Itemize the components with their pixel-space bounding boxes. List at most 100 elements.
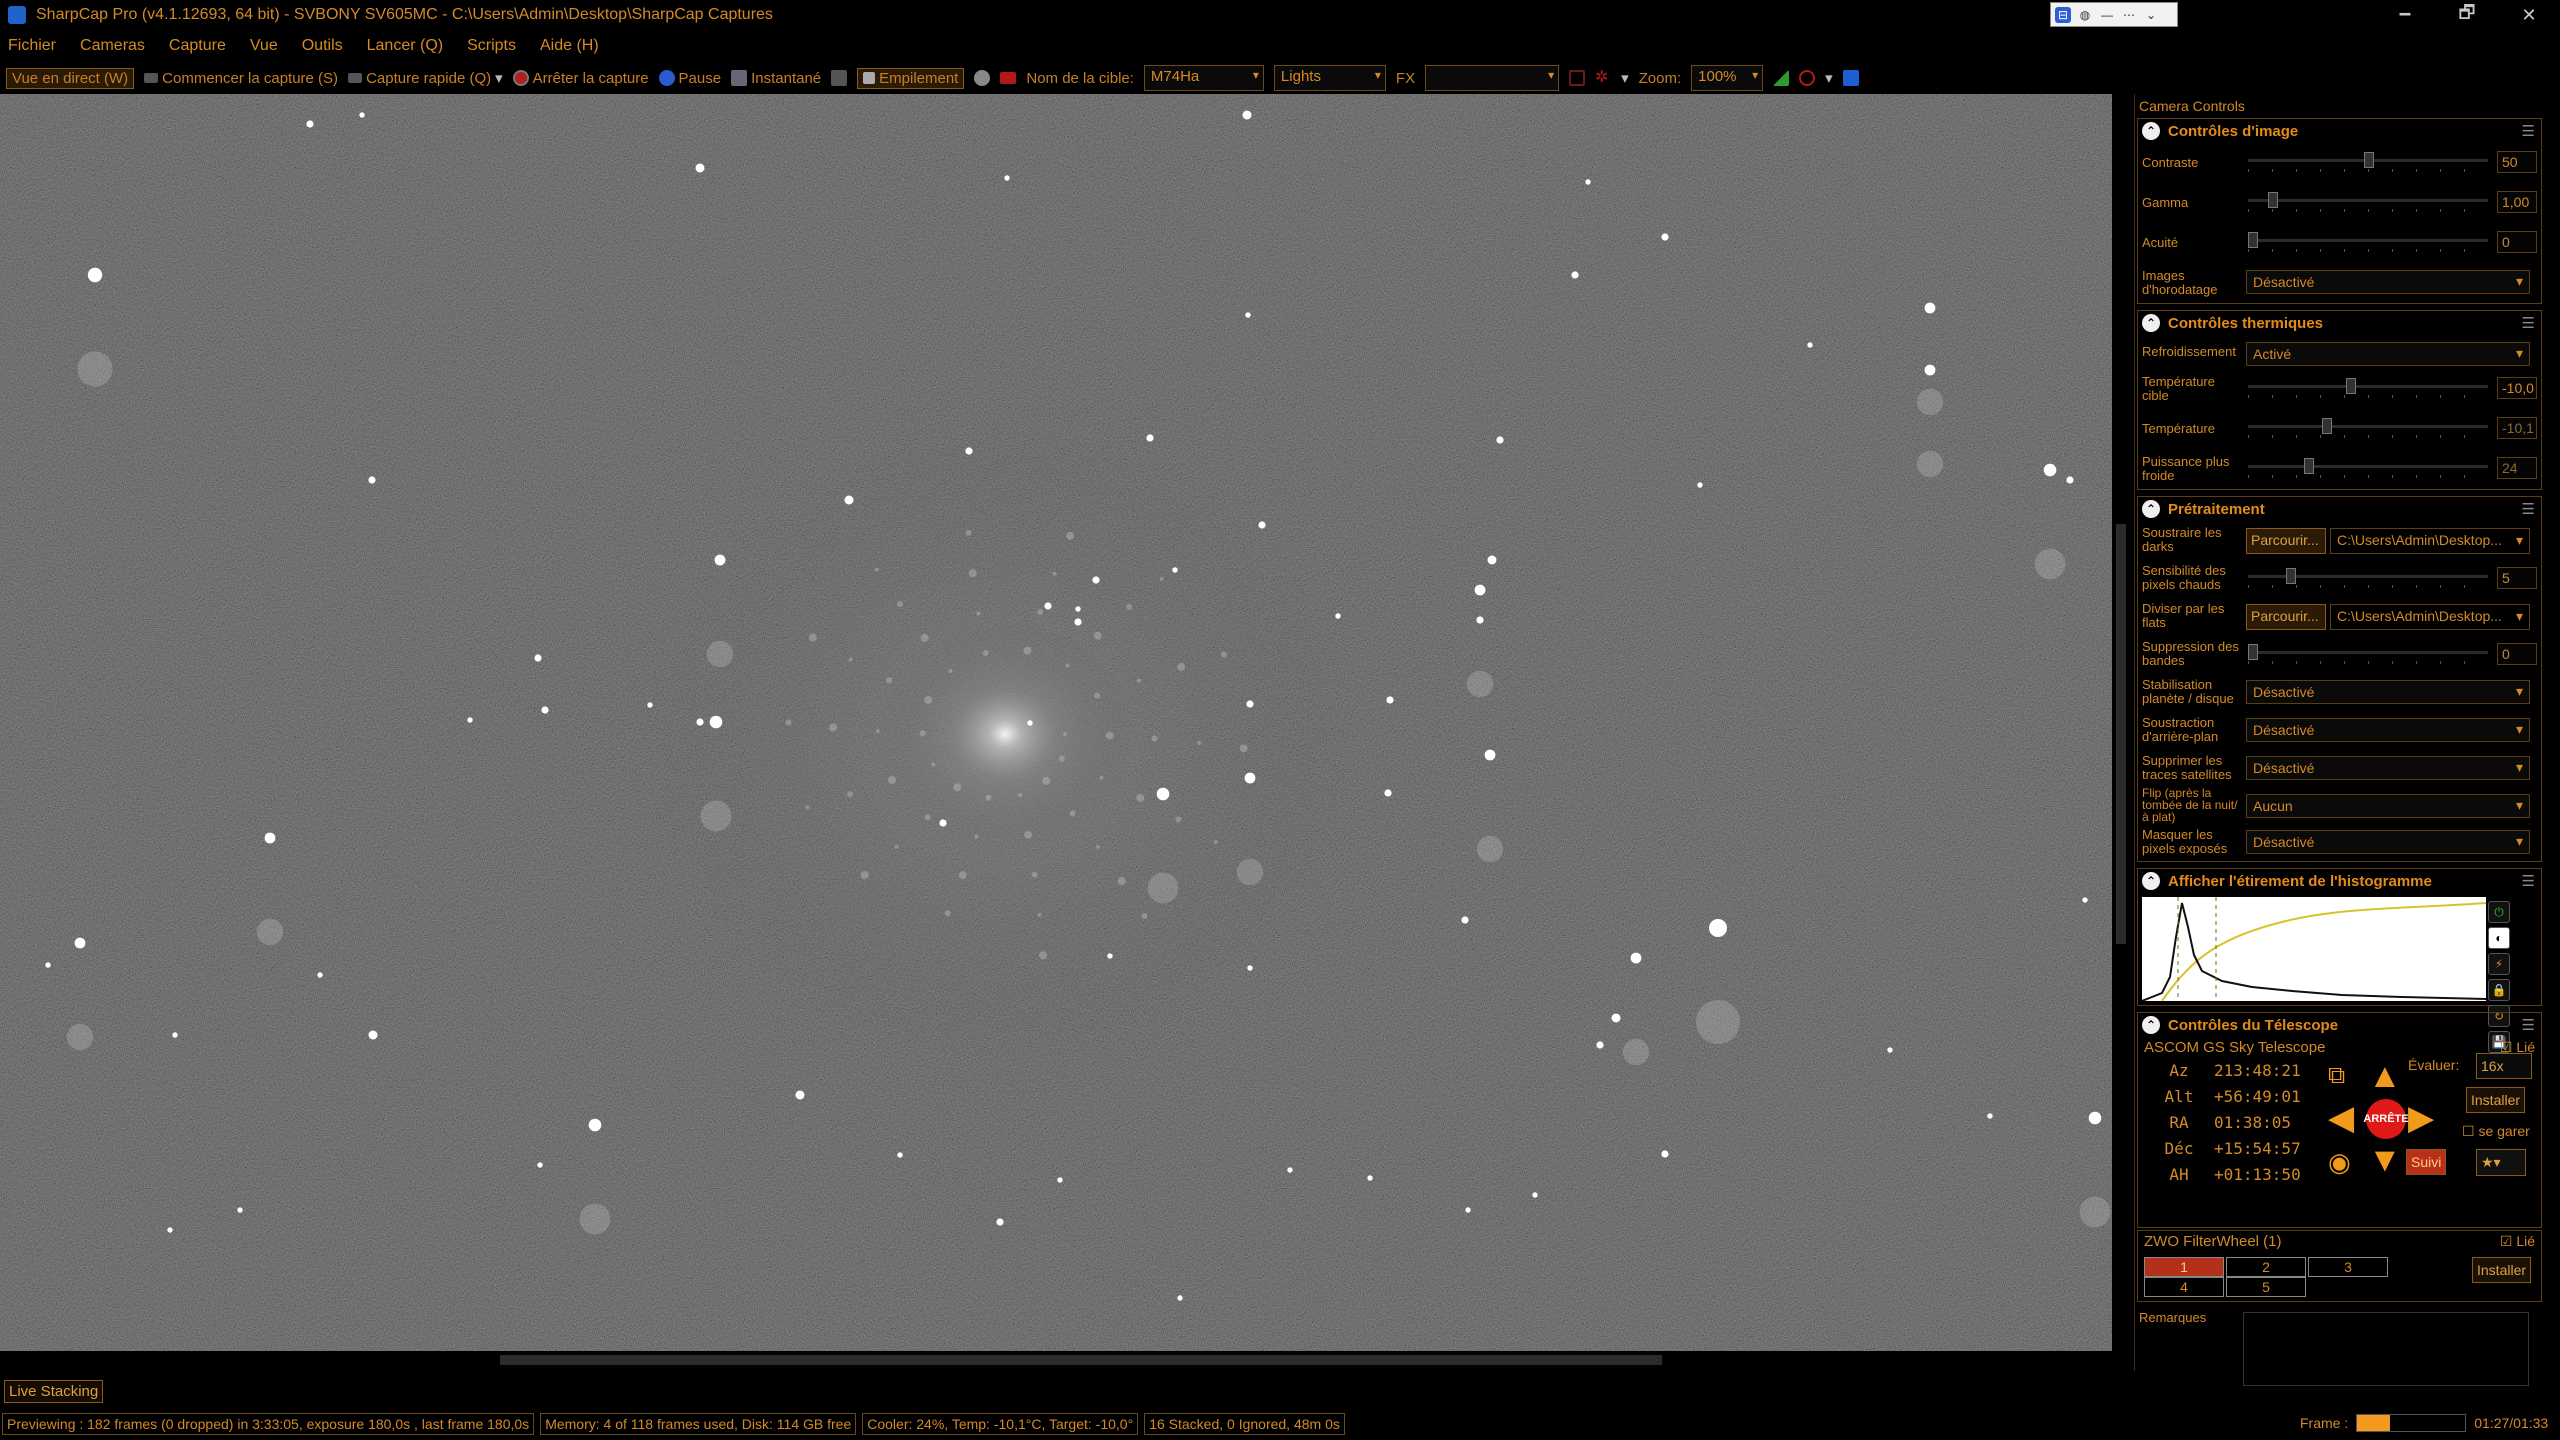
stop-capture-button[interactable]: Arrêter la capture bbox=[512, 70, 649, 87]
hamburger-icon[interactable]: ☰ bbox=[2522, 122, 2535, 140]
arrow-up-icon[interactable]: ▲ bbox=[2368, 1059, 2402, 1093]
browse-darks-button[interactable]: Parcourir... bbox=[2246, 528, 2326, 554]
cooling-select[interactable]: Activé bbox=[2246, 342, 2530, 366]
stop-slew-button[interactable]: ARRÊTE bbox=[2363, 1099, 2409, 1139]
remote-icon[interactable]: ⊟ bbox=[2055, 6, 2071, 23]
preprocessing-header[interactable]: ⌃ Prétraitement ☰ bbox=[2138, 497, 2541, 521]
filterwheel-install-button[interactable]: Installer bbox=[2472, 1257, 2532, 1283]
image-viewport[interactable] bbox=[0, 94, 2112, 1351]
filterwheel-linked-checkbox[interactable]: ☑ Lié bbox=[2500, 1233, 2535, 1250]
filter-slot-1[interactable]: 1 bbox=[2144, 1257, 2224, 1277]
maximize-button[interactable]: 🗗 bbox=[2436, 0, 2498, 30]
target-temp-value[interactable]: -10,0 bbox=[2497, 377, 2537, 399]
chevron-down-icon[interactable]: ⌄ bbox=[2143, 7, 2159, 23]
hamburger-icon[interactable]: ☰ bbox=[2522, 314, 2535, 332]
banding-value[interactable]: 0 bbox=[2497, 643, 2537, 665]
hamburger-icon[interactable]: ☰ bbox=[2522, 1016, 2535, 1034]
collapse-icon[interactable]: ⌃ bbox=[2142, 122, 2160, 140]
snapshot-button[interactable]: Instantané bbox=[731, 70, 821, 87]
quick-capture-button[interactable]: Capture rapide (Q) ▾ bbox=[348, 69, 503, 87]
quick-tools[interactable]: ⊟ ◍ — ⋯ ⌄ bbox=[2050, 2, 2178, 27]
minimize-button[interactable]: 🗕 bbox=[2374, 0, 2436, 30]
monitor-icon[interactable] bbox=[831, 70, 848, 86]
hot-pixel-value[interactable]: 5 bbox=[2497, 567, 2537, 589]
tracking-button[interactable]: Suivi bbox=[2406, 1149, 2447, 1175]
menu-lancer[interactable]: Lancer (Q) bbox=[367, 37, 443, 55]
stabilization-select[interactable]: Désactivé bbox=[2246, 680, 2530, 704]
zoom-select[interactable]: 100% bbox=[1691, 65, 1764, 91]
center-target-icon[interactable]: ◉ bbox=[2328, 1145, 2351, 1179]
browse-flats-button[interactable]: Parcourir... bbox=[2246, 604, 2326, 630]
horizontal-scroll-thumb[interactable] bbox=[500, 1355, 1662, 1365]
stacking-button[interactable]: Empilement bbox=[857, 67, 965, 89]
frame-type-select[interactable]: Lights bbox=[1273, 65, 1386, 91]
arrow-right-icon[interactable]: ▶ bbox=[2408, 1101, 2434, 1135]
vertical-scroll-thumb[interactable] bbox=[2116, 524, 2126, 944]
sharpness-value[interactable]: 0 bbox=[2497, 231, 2537, 253]
collapse-icon[interactable]: ⌃ bbox=[2142, 1016, 2160, 1034]
gamma-slider[interactable] bbox=[2248, 192, 2488, 212]
chevron-down-icon[interactable]: ▾ bbox=[1825, 69, 1833, 87]
filter-slot-2[interactable]: 2 bbox=[2226, 1257, 2306, 1277]
histogram-header[interactable]: ⌃ Afficher l'étirement de l'histogramme … bbox=[2138, 869, 2541, 893]
reticle-icon[interactable]: ✲ bbox=[1595, 70, 1611, 86]
flats-path-select[interactable]: C:\Users\Admin\Desktop... bbox=[2330, 604, 2530, 630]
vertical-scrollbar[interactable] bbox=[2112, 94, 2130, 1356]
globe-icon[interactable]: ◍ bbox=[2077, 7, 2093, 23]
contrast-slider[interactable] bbox=[2248, 152, 2488, 172]
menu-fichier[interactable]: Fichier bbox=[8, 37, 56, 55]
fx-select[interactable] bbox=[1425, 65, 1560, 91]
filter-slot-5[interactable]: 5 bbox=[2226, 1277, 2306, 1297]
script-icon[interactable] bbox=[1842, 70, 1859, 86]
hamburger-icon[interactable]: ☰ bbox=[2522, 500, 2535, 518]
chevron-down-icon[interactable]: ▾ bbox=[1621, 69, 1629, 87]
mask-select[interactable]: Désactivé bbox=[2246, 830, 2530, 854]
chevron-down-icon[interactable]: ▾ bbox=[495, 69, 503, 87]
banding-slider[interactable] bbox=[2248, 644, 2488, 664]
hamburger-icon[interactable]: ☰ bbox=[2522, 872, 2535, 890]
menu-aide[interactable]: Aide (H) bbox=[540, 37, 599, 55]
menu-capture[interactable]: Capture bbox=[169, 37, 226, 55]
image-controls-header[interactable]: ⌃ Contrôles d'image ☰ bbox=[2138, 119, 2541, 143]
live-stacking-tab[interactable]: Live Stacking bbox=[4, 1379, 104, 1403]
pause-button[interactable]: Pause bbox=[658, 70, 721, 87]
sharpness-slider[interactable] bbox=[2248, 232, 2488, 252]
contrast-value[interactable]: 50 bbox=[2497, 151, 2537, 173]
collapse-icon[interactable]: ⌃ bbox=[2142, 500, 2160, 518]
live-view-button[interactable]: Vue en direct (W) bbox=[6, 67, 135, 89]
timestamp-select[interactable]: Désactivé bbox=[2246, 270, 2530, 294]
gamma-value[interactable]: 1,00 bbox=[2497, 191, 2537, 213]
rate-select[interactable]: 16x bbox=[2476, 1053, 2532, 1079]
background-select[interactable]: Désactivé bbox=[2246, 718, 2530, 742]
menu-vue[interactable]: Vue bbox=[250, 37, 278, 55]
close-button[interactable]: ✕ bbox=[2498, 0, 2560, 30]
lightning-icon[interactable]: ⚡ bbox=[2488, 953, 2510, 975]
histogram-display[interactable]: ⏻ ◐ ⚡ 🔒 ↻ 💾 bbox=[2138, 893, 2541, 1053]
thermal-controls-header[interactable]: ⌃ Contrôles thermiques ☰ bbox=[2138, 311, 2541, 335]
satellite-select[interactable]: Désactivé bbox=[2246, 756, 2530, 780]
star-icon[interactable]: ★▾ bbox=[2476, 1149, 2526, 1176]
power-icon[interactable]: ⏻ bbox=[2488, 901, 2510, 923]
horizontal-scrollbar[interactable] bbox=[0, 1351, 2112, 1369]
histogram-icon[interactable] bbox=[1773, 70, 1790, 86]
contrast-icon[interactable]: ◐ bbox=[2488, 927, 2510, 949]
target-name-input[interactable]: M74Ha bbox=[1143, 65, 1264, 91]
hot-pixel-slider[interactable] bbox=[2248, 568, 2488, 588]
telescope-install-button[interactable]: Installer bbox=[2466, 1087, 2526, 1113]
arrow-left-icon[interactable]: ◀ bbox=[2328, 1101, 2354, 1135]
filter-slot-3[interactable]: 3 bbox=[2308, 1257, 2388, 1277]
lock-icon[interactable]: 🔒 bbox=[2488, 979, 2510, 1001]
collapse-icon[interactable]: ⌃ bbox=[2142, 872, 2160, 890]
moon-icon[interactable] bbox=[974, 70, 991, 86]
fits-icon[interactable] bbox=[1000, 72, 1017, 84]
menu-outils[interactable]: Outils bbox=[302, 37, 343, 55]
darks-path-select[interactable]: C:\Users\Admin\Desktop... bbox=[2330, 528, 2530, 554]
dash-icon[interactable]: — bbox=[2099, 7, 2115, 23]
menu-scripts[interactable]: Scripts bbox=[467, 37, 516, 55]
focus-icon[interactable] bbox=[1799, 70, 1816, 86]
collapse-icon[interactable]: ⌃ bbox=[2142, 314, 2160, 332]
goto-icon[interactable]: ⧉ bbox=[2328, 1059, 2345, 1093]
target-temp-slider[interactable] bbox=[2248, 378, 2488, 398]
start-capture-button[interactable]: Commencer la capture (S) bbox=[144, 70, 338, 87]
flip-select[interactable]: Aucun bbox=[2246, 794, 2530, 818]
